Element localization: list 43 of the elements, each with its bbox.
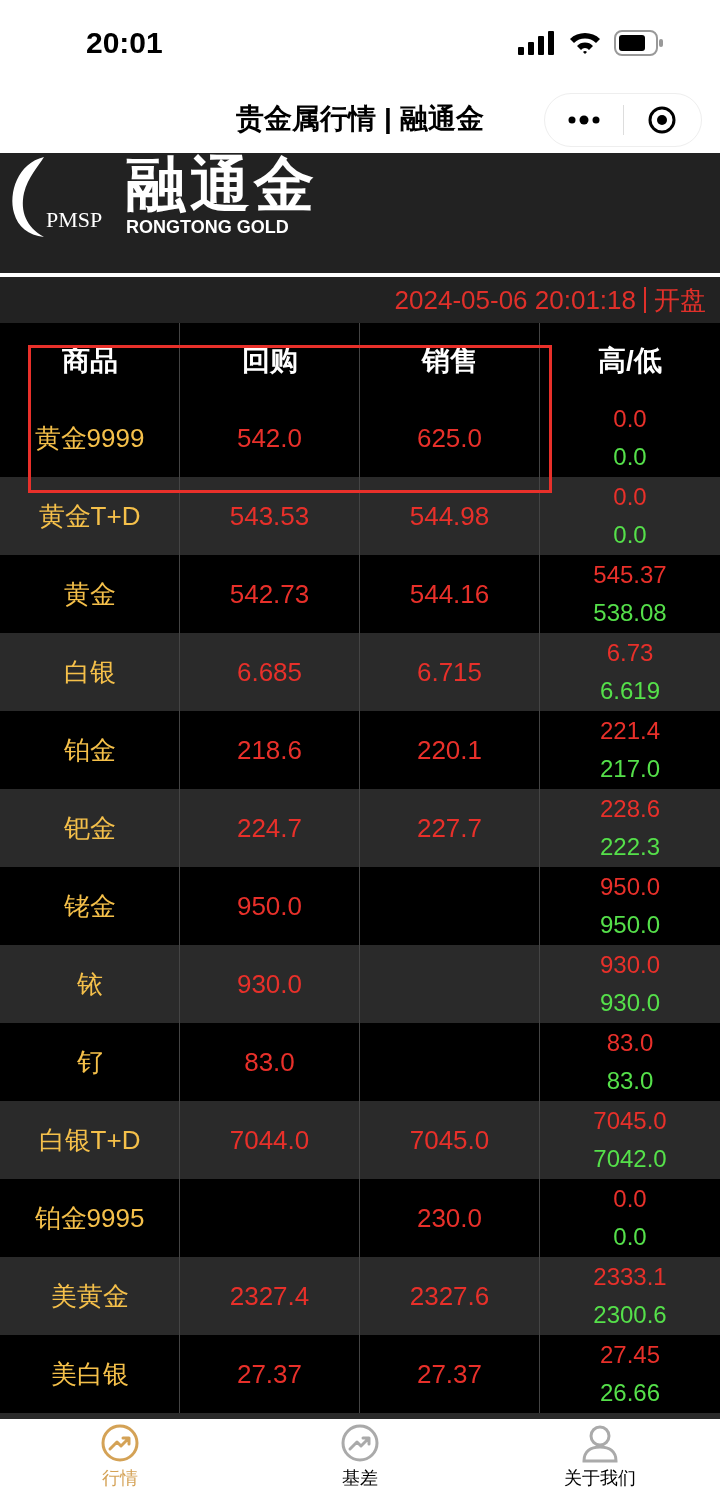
high-price: 221.4 (599, 716, 661, 746)
low-price: 6.619 (599, 676, 661, 706)
low-price: 538.08 (593, 598, 667, 628)
more-icon (567, 115, 600, 125)
column-header: 高/低 (597, 344, 663, 378)
high-price: 0.0 (613, 1184, 647, 1214)
signal-icon (518, 30, 556, 55)
wifi-icon (568, 30, 602, 55)
trend-up-icon (340, 1422, 380, 1463)
target-icon (647, 105, 678, 135)
logo-mark: PMSP (46, 206, 103, 234)
low-price: 0.0 (613, 1222, 647, 1252)
clock: 20:01 (86, 25, 163, 61)
low-price: 222.3 (599, 832, 661, 862)
high-price: 27.45 (599, 1340, 661, 1370)
tab-bar-item[interactable]: 基差 (240, 1419, 480, 1495)
battery-icon (614, 29, 664, 56)
low-price: 26.66 (599, 1378, 661, 1408)
market-status: 开盘 (654, 283, 706, 317)
high-price: 83.0 (606, 1028, 654, 1058)
page-title: 贵金属行情 | 融通金 (236, 102, 484, 136)
low-price: 950.0 (599, 910, 661, 940)
high-price: 545.37 (593, 560, 667, 590)
high-price: 0.0 (613, 404, 647, 434)
high-price: 930.0 (599, 950, 661, 980)
high-price: 6.73 (606, 638, 654, 668)
high-price: 2333.1 (593, 1262, 667, 1292)
low-price: 2300.6 (593, 1300, 667, 1330)
high-price: 228.6 (599, 794, 661, 824)
high-price: 0.0 (613, 482, 647, 512)
low-price: 0.0 (613, 520, 647, 550)
high-price: 7045.0 (593, 1106, 667, 1136)
high-price: 950.0 (599, 872, 661, 902)
low-price: 217.0 (599, 754, 661, 784)
logo-name: 融通金 (126, 153, 318, 217)
logo-subtitle: RONGTONG GOLD (126, 217, 289, 237)
tab-bar-item[interactable]: 关于我们 (480, 1419, 720, 1495)
low-price: 930.0 (599, 988, 661, 1018)
low-price: 0.0 (613, 442, 647, 472)
low-price: 83.0 (606, 1066, 654, 1096)
timestamp: 2024-05-06 20:01:18 (394, 283, 636, 317)
low-price: 7042.0 (593, 1144, 667, 1174)
trend-up-icon (100, 1422, 140, 1463)
